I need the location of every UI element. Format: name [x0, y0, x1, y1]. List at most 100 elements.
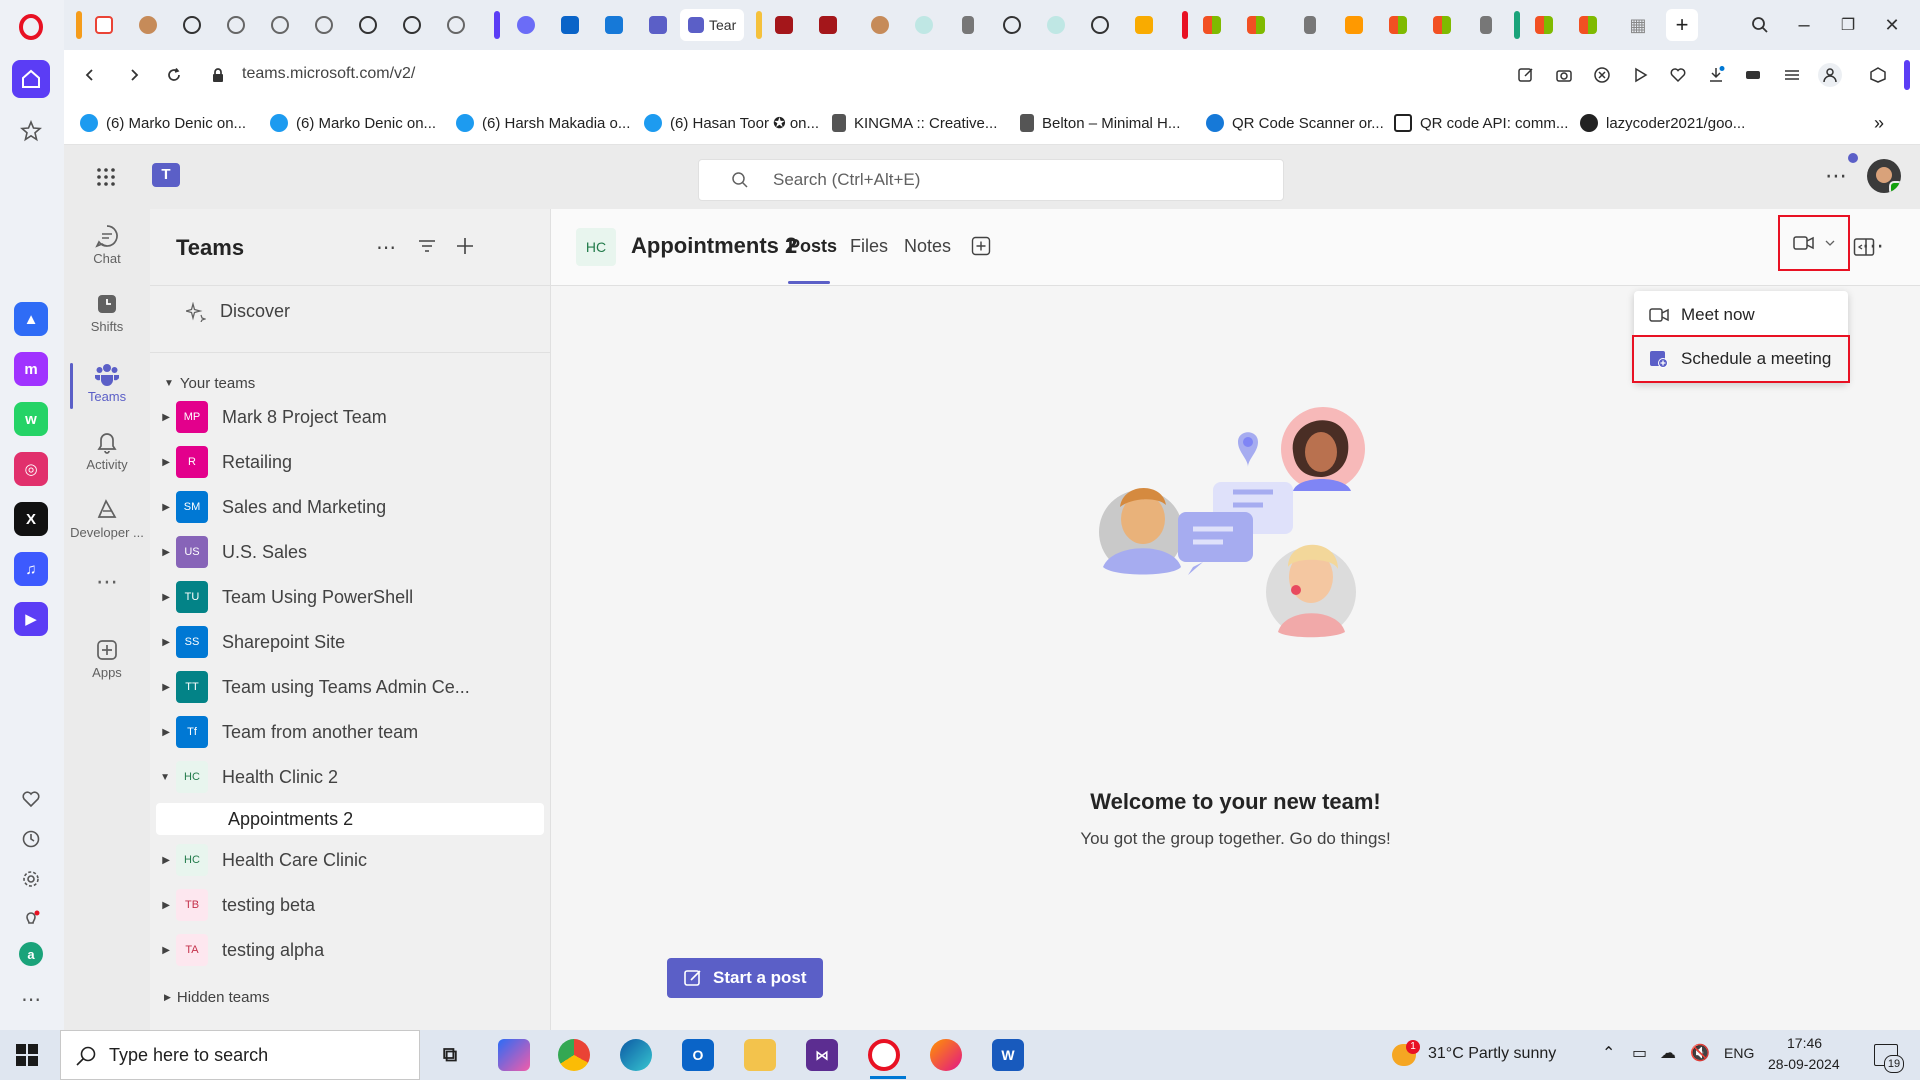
show-hidden-icons-chevron-icon[interactable]: ⌃ [1602, 1043, 1615, 1063]
bookmark-item[interactable]: (6) Marko Denic on... [80, 112, 246, 134]
reload-icon[interactable] [162, 63, 186, 87]
your-teams-section[interactable]: ▼ Your teams [164, 375, 255, 392]
team-row[interactable]: ▶ Tf Team from another team [150, 712, 550, 752]
team-row[interactable]: ▼ HC Health Clinic 2 [150, 757, 550, 797]
bookmark-item[interactable]: (6) Harsh Makadia o... [456, 112, 630, 134]
schedule-meeting-menu-item[interactable]: Schedule a meeting [1632, 335, 1850, 383]
team-row[interactable]: ▶ TT Team using Teams Admin Ce... [150, 667, 550, 707]
instagram-icon[interactable]: ◎ [14, 452, 48, 486]
back-arrow-icon[interactable] [78, 63, 102, 87]
profile-icon[interactable] [1818, 63, 1842, 87]
tab-web-2[interactable] [264, 9, 296, 41]
file-explorer-icon[interactable] [744, 1039, 776, 1071]
tab-avatar-2[interactable] [864, 9, 896, 41]
bookmark-item[interactable]: lazycoder2021/goo... [1580, 112, 1745, 134]
bookmark-item[interactable]: QR Code Scanner or... [1206, 112, 1384, 134]
task-view-icon[interactable]: ⧉ [434, 1039, 466, 1071]
volume-muted-icon[interactable]: 🔇 [1690, 1043, 1710, 1063]
opera-logo-icon[interactable] [12, 8, 50, 46]
open-pane-icon[interactable] [1853, 237, 1875, 257]
tab-chatgpt-4[interactable] [996, 9, 1028, 41]
tab-search-icon[interactable] [1744, 9, 1776, 41]
tab-web-4[interactable] [440, 9, 472, 41]
tab-chatgpt-5[interactable] [1084, 9, 1116, 41]
url-field[interactable]: teams.microsoft.com/v2/ [242, 65, 415, 83]
messenger-icon[interactable]: m [14, 352, 48, 386]
easy-setup-icon[interactable] [1780, 63, 1804, 87]
tab-copilot[interactable] [510, 9, 542, 41]
word-icon[interactable]: W [992, 1039, 1024, 1071]
downloads-icon[interactable] [1704, 63, 1728, 87]
rail-more-apps-icon[interactable]: ⋯ [64, 569, 150, 599]
bookmark-item[interactable]: KINGMA :: Creative... [832, 112, 997, 134]
tab-chatgpt[interactable] [176, 9, 208, 41]
tab-teams-1[interactable] [642, 9, 674, 41]
teams-more-options-icon[interactable]: ⋯ [376, 235, 400, 259]
rail-apps[interactable]: Apps [64, 631, 150, 693]
team-row[interactable]: ▶ US U.S. Sales [150, 532, 550, 572]
lock-icon[interactable] [206, 63, 230, 87]
start-post-button[interactable]: Start a post [667, 958, 823, 998]
tips-lightbulb-icon[interactable] [12, 900, 50, 938]
bookmark-item[interactable]: (6) Marko Denic on... [270, 112, 436, 134]
copilot-taskbar-icon[interactable] [498, 1039, 530, 1071]
tab-schema-2[interactable] [812, 9, 844, 41]
team-row[interactable]: ▶ HC Health Care Clinic [150, 840, 550, 880]
windows-start-icon[interactable] [16, 1044, 38, 1066]
bookmark-item[interactable]: (6) Hasan Toor ✪ on... [644, 112, 819, 134]
channel-item-appointments-2[interactable]: Appointments 2 [156, 803, 544, 835]
player-icon[interactable]: ▶ [14, 602, 48, 636]
create-team-plus-icon[interactable] [454, 235, 478, 259]
team-row[interactable]: ▶ SM Sales and Marketing [150, 487, 550, 527]
favorites-heart-icon[interactable] [12, 780, 50, 818]
snapshot-camera-icon[interactable] [1552, 63, 1576, 87]
forward-arrow-icon[interactable] [122, 63, 146, 87]
filter-icon[interactable] [416, 235, 440, 259]
tab-chatgpt-2[interactable] [352, 9, 384, 41]
tab-outlook[interactable] [554, 9, 586, 41]
bookmarks-overflow-chevron-icon[interactable]: » [1874, 112, 1884, 134]
ad-block-icon[interactable] [1590, 63, 1614, 87]
meet-dropdown-button[interactable] [1778, 215, 1850, 271]
rail-teams[interactable]: Teams [64, 355, 150, 417]
meet-now-menu-item[interactable]: Meet now [1634, 295, 1848, 335]
team-row[interactable]: ▶ R Retailing [150, 442, 550, 482]
tab-microsoft-6[interactable] [1572, 9, 1604, 41]
close-window-icon[interactable]: ✕ [1876, 9, 1908, 41]
tab-microsoft-5[interactable] [1528, 9, 1560, 41]
aria-assistant-icon[interactable]: a [19, 942, 43, 966]
chrome-icon[interactable] [558, 1039, 590, 1071]
add-tab-plus-icon[interactable] [971, 236, 991, 256]
team-row[interactable]: ▶ TU Team Using PowerShell [150, 577, 550, 617]
tab-microsoft-2[interactable] [1240, 9, 1272, 41]
sidebar-more-icon[interactable]: ⋯ [12, 980, 50, 1018]
pinboard-star-icon[interactable] [12, 112, 50, 150]
team-row[interactable]: ▶ TB testing beta [150, 885, 550, 925]
music-player-icon[interactable]: ♫ [14, 552, 48, 586]
discover-button[interactable]: Discover [186, 301, 290, 322]
tab-analytics[interactable] [1128, 9, 1160, 41]
bookmark-item[interactable]: QR code API: comm... [1394, 112, 1568, 134]
tab-avatar[interactable] [132, 9, 164, 41]
tab-schema-1[interactable] [768, 9, 800, 41]
restore-window-icon[interactable]: ❐ [1832, 9, 1864, 41]
team-row[interactable]: ▶ TA testing alpha [150, 930, 550, 970]
weather-text[interactable]: 31°C Partly sunny [1428, 1045, 1556, 1063]
tab-grid-icon[interactable]: ▦ [1622, 9, 1654, 41]
tab-microsoft-4[interactable] [1426, 9, 1458, 41]
new-tab-plus-icon[interactable]: + [1666, 9, 1698, 41]
outlook-taskbar-icon[interactable]: O [682, 1039, 714, 1071]
tab-microsoft-3[interactable] [1382, 9, 1414, 41]
aria-ai-icon[interactable]: ▲ [14, 302, 48, 336]
player-play-icon[interactable] [1628, 63, 1652, 87]
tab-web-6[interactable] [1040, 9, 1072, 41]
clock-time[interactable]: 17:46 [1787, 1035, 1822, 1051]
tab-azure[interactable] [598, 9, 630, 41]
tab-web-5[interactable] [908, 9, 940, 41]
tab-web-3[interactable] [308, 9, 340, 41]
tab-teams-active[interactable]: Tear [680, 9, 744, 41]
network-icon[interactable]: ☁ [1660, 1043, 1676, 1063]
clock-date[interactable]: 28-09-2024 [1768, 1056, 1840, 1072]
battery-saver-icon[interactable] [1742, 63, 1766, 87]
teams-search-input[interactable]: Search (Ctrl+Alt+E) [698, 159, 1284, 201]
